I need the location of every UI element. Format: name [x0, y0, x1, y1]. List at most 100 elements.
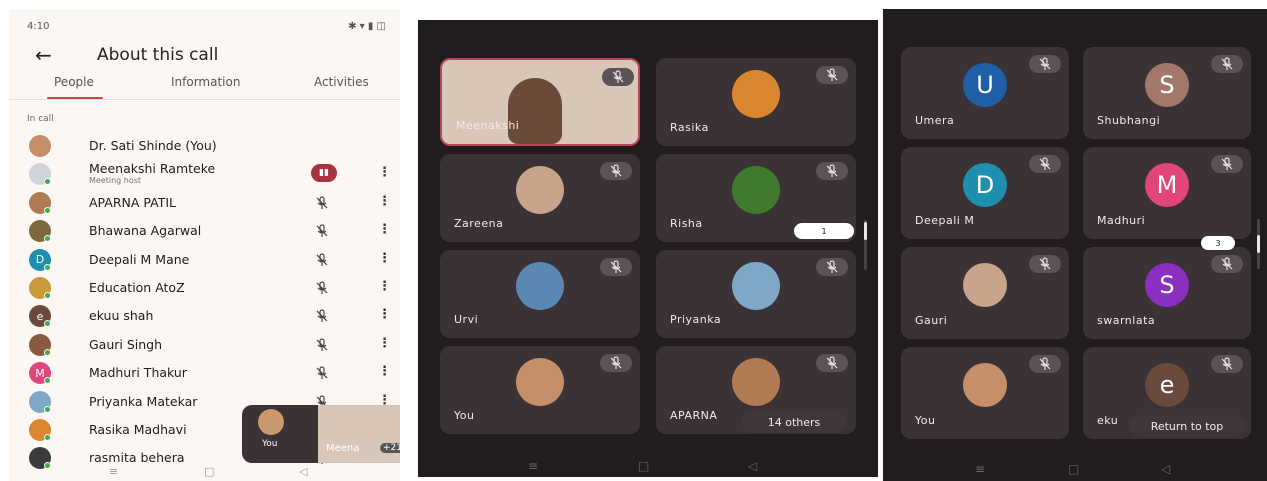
mic-off-icon [1211, 155, 1243, 173]
participant-row[interactable]: Meenakshi Ramteke Meeting host ▮▮ ⋮ [9, 161, 400, 189]
participant-tile[interactable]: Gauri [901, 247, 1069, 339]
tile-name-label: APARNA [670, 409, 718, 422]
participant-count-badge: +21 [380, 443, 400, 453]
participant-tile[interactable]: S Shubhangi [1083, 47, 1251, 139]
recents-icon[interactable]: ≡ [528, 459, 538, 473]
avatar [732, 262, 780, 310]
participant-name: Meenakshi Ramteke [89, 161, 216, 177]
participant-tile[interactable]: Sswarnlata [1083, 247, 1251, 339]
mic-off-icon [1029, 355, 1061, 373]
mic-off-icon [816, 162, 848, 180]
participant-row[interactable]: M Madhuri Thakur ⋮ [9, 360, 400, 388]
back-arrow-icon[interactable]: ← [35, 43, 52, 67]
page-indicator: 1 [794, 223, 854, 239]
recents-icon[interactable]: ≡ [975, 462, 985, 476]
video-grid-page-3: U Umera S Shubhangi D Deepali M M Madhuri Gauri S… [883, 9, 1267, 481]
mic-off-icon [816, 66, 848, 84]
picture-in-picture[interactable]: You Meena +21 [242, 405, 400, 463]
back-icon[interactable]: ◁ [748, 459, 757, 473]
mic-off-icon [600, 354, 632, 372]
home-icon[interactable]: □ [638, 459, 649, 473]
pip-video [318, 405, 400, 463]
more-options-icon[interactable]: ⋮ [378, 279, 391, 294]
avatar [732, 70, 780, 118]
participant-row[interactable]: Education AtoZ ⋮ [9, 275, 400, 303]
participant-row[interactable]: e ekuu shah ⋮ [9, 303, 400, 331]
mic-off-icon [315, 337, 331, 353]
others-button[interactable]: 14 others [742, 411, 846, 433]
mic-off-icon [315, 365, 331, 381]
participant-tile[interactable]: Priyanka [656, 250, 856, 338]
avatar: e [1145, 363, 1189, 407]
page-indicator: 3 [1201, 236, 1235, 250]
participant-name: Bhawana Agarwal [89, 223, 202, 239]
participant-row[interactable]: Dr. Sati Shinde (You) [9, 133, 400, 161]
tile-name-label: Zareena [454, 217, 504, 230]
more-options-icon[interactable]: ⋮ [378, 364, 391, 379]
online-dot-icon [44, 377, 51, 385]
participant-tile[interactable]: U Umera [901, 47, 1069, 139]
participant-tile[interactable]: D Deepali M [901, 147, 1069, 239]
tile-name-label: swarnlata [1097, 314, 1156, 327]
return-to-top-button[interactable]: Return to top [1129, 415, 1245, 437]
tile-name-label: Shubhangi [1097, 114, 1161, 127]
mic-off-icon [315, 195, 331, 211]
more-options-icon[interactable]: ⋮ [378, 336, 391, 351]
more-options-icon[interactable]: ⋮ [378, 165, 391, 180]
participant-row[interactable]: Bhawana Agarwal ⋮ [9, 218, 400, 246]
participant-tile[interactable]: Zareena [440, 154, 640, 242]
mic-off-icon [1211, 355, 1243, 373]
avatar [963, 263, 1007, 307]
participant-tile[interactable]: M Madhuri [1083, 147, 1251, 239]
avatar [258, 409, 284, 435]
participant-row[interactable]: D Deepali M Mane ⋮ [9, 247, 400, 275]
avatar: S [1145, 63, 1189, 107]
recents-icon[interactable]: ≡ [109, 465, 118, 478]
more-options-icon[interactable]: ⋮ [378, 307, 391, 322]
participant-tile[interactable]: You [901, 347, 1069, 439]
home-icon[interactable]: □ [204, 465, 214, 478]
tile-name-label: Madhuri [1097, 214, 1146, 227]
online-dot-icon [44, 348, 51, 356]
more-options-icon[interactable]: ⋮ [378, 251, 391, 266]
status-time: 4:10 [27, 21, 50, 32]
tile-name-label: Risha [670, 217, 703, 230]
tile-name-label: Urvi [454, 313, 479, 326]
participant-name: APARNA PATIL [89, 194, 177, 210]
avatar [29, 135, 51, 157]
tile-name-label: Rasika [670, 121, 709, 134]
avatar [516, 358, 564, 406]
participant-row[interactable]: Gauri Singh ⋮ [9, 332, 400, 360]
scrollbar-thumb[interactable] [864, 222, 867, 240]
status-icons: ✱ ▾ ▮ ◫ [348, 21, 386, 32]
participant-tile[interactable]: Rasika [656, 58, 856, 146]
mic-off-icon [1029, 255, 1061, 273]
tab-information[interactable]: Information [171, 75, 240, 89]
participant-tile[interactable]: Urvi [440, 250, 640, 338]
participant-name: Madhuri Thakur [89, 365, 187, 381]
avatar [732, 358, 780, 406]
participant-name: Dr. Sati Shinde (You) [89, 138, 217, 153]
avatar [516, 166, 564, 214]
participant-name: Priyanka Matekar [89, 393, 198, 409]
participant-name: Deepali M Mane [89, 251, 190, 267]
audio-level-icon: ▮▮ [311, 164, 337, 183]
participant-row[interactable]: APARNA PATIL ⋮ [9, 190, 400, 218]
more-options-icon[interactable]: ⋮ [378, 222, 391, 237]
tab-people[interactable]: People [54, 75, 94, 89]
participant-name: ekuu shah [89, 308, 154, 324]
tile-name-label: Meenakshi [456, 119, 520, 132]
online-dot-icon [44, 320, 51, 328]
nav-bar: ≡ □ ◁ [883, 459, 1267, 481]
tab-activities[interactable]: Activities [314, 75, 369, 89]
participant-tile[interactable]: Meenakshi [440, 58, 640, 146]
home-icon[interactable]: □ [1068, 462, 1079, 476]
online-dot-icon [44, 405, 51, 413]
participant-tile[interactable]: You [440, 346, 640, 434]
scrollbar-thumb[interactable] [1257, 235, 1260, 253]
more-options-icon[interactable]: ⋮ [378, 194, 391, 209]
back-icon[interactable]: ◁ [1161, 462, 1170, 476]
back-icon[interactable]: ◁ [299, 465, 307, 478]
avatar: U [963, 63, 1007, 107]
mic-off-icon [315, 223, 331, 239]
